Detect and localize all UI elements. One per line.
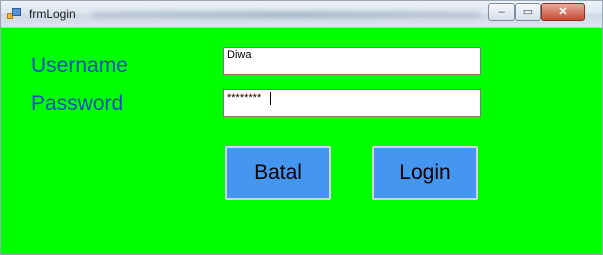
title-bar: frmLogin – ▭ ✕ xyxy=(1,1,602,28)
maximize-button[interactable]: ▭ xyxy=(515,3,541,21)
password-label: Password xyxy=(31,92,124,115)
window-title: frmLogin xyxy=(29,7,76,21)
username-label: Username xyxy=(31,54,128,77)
cancel-button[interactable]: Batal xyxy=(225,146,331,200)
login-button[interactable]: Login xyxy=(372,146,478,200)
username-field[interactable]: Diwa xyxy=(223,47,481,75)
title-bar-blur xyxy=(91,11,481,18)
close-button[interactable]: ✕ xyxy=(541,3,585,21)
app-icon xyxy=(7,8,21,20)
text-cursor xyxy=(270,92,271,105)
form-body: Username Password Diwa ******** Batal Lo… xyxy=(1,28,602,254)
minimize-button[interactable]: – xyxy=(488,3,515,21)
password-field[interactable]: ******** xyxy=(223,89,481,117)
login-window: frmLogin – ▭ ✕ Username Password Diwa **… xyxy=(0,0,603,255)
